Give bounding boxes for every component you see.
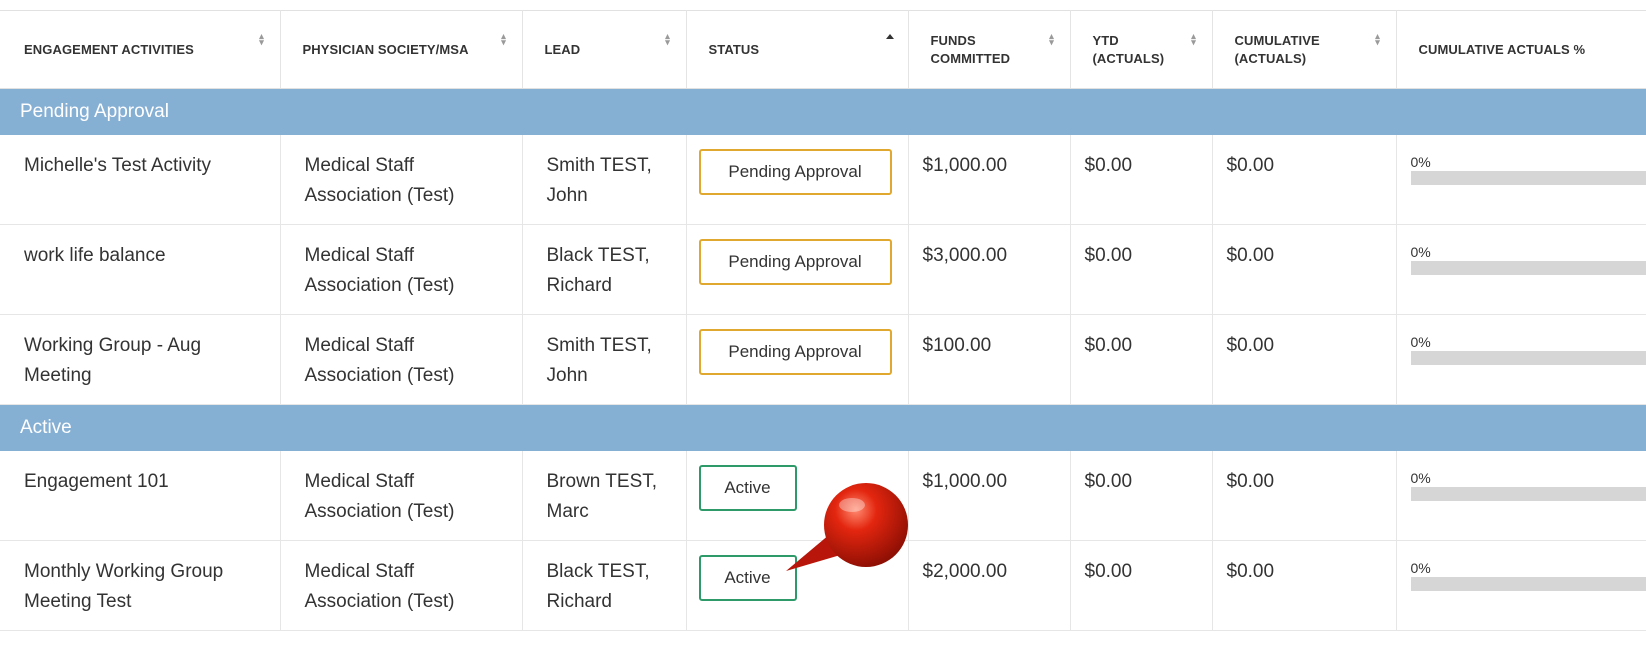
activity-cell[interactable]: work life balance [0, 224, 281, 315]
funds-committed-cell: $1,000.00 [908, 134, 1071, 225]
column-header-society[interactable]: PHYSICIAN SOCIETY/MSA ▴ ▾ [280, 10, 523, 89]
lead-cell: Brown TEST, Marc [522, 450, 687, 541]
table-body: Pending Approval Michelle's Test Activity… [0, 88, 1646, 631]
activity-cell[interactable]: Engagement 101 [0, 450, 281, 541]
status-badge[interactable]: Active [698, 464, 797, 511]
cumulative-pct-cell: 0% [1396, 134, 1646, 225]
society-cell: Medical Staff Association (Test) [280, 134, 523, 225]
society-cell: Medical Staff Association (Test) [280, 314, 523, 405]
column-header-label: YTD (ACTUALS) [1092, 32, 1165, 66]
group-header-row[interactable]: Active [0, 404, 1646, 451]
cumulative-actuals-cell: $0.00 [1212, 540, 1397, 631]
sort-updown-icon[interactable]: ▴ ▾ [258, 32, 266, 47]
progress-bar [1410, 351, 1646, 365]
engagement-activities-view: ENGAGEMENT ACTIVITIES ▴ ▾ PHYSICIAN SOCIE… [0, 0, 1646, 663]
funds-committed-cell: $1,000.00 [908, 450, 1071, 541]
column-header-label: CUMULATIVE ACTUALS % [1418, 41, 1586, 57]
column-header-label: STATUS [708, 41, 760, 57]
sort-updown-icon[interactable]: ▴ ▾ [1048, 32, 1056, 47]
cumulative-pct-label: 0% [1410, 560, 1431, 576]
sort-updown-icon[interactable]: ▴ ▾ [664, 32, 672, 47]
table-row[interactable]: Engagement 101 Medical Staff Association … [0, 450, 1646, 541]
table-header-row: ENGAGEMENT ACTIVITIES ▴ ▾ PHYSICIAN SOCIE… [0, 10, 1646, 89]
sort-asc-icon[interactable] [885, 34, 894, 39]
activity-cell[interactable]: Monthly Working Group Meeting Test [0, 540, 281, 631]
activity-cell[interactable]: Michelle's Test Activity [0, 134, 281, 225]
group-header-label: Pending Approval [0, 88, 1646, 135]
society-cell: Medical Staff Association (Test) [280, 450, 523, 541]
cumulative-pct-label: 0% [1410, 469, 1431, 486]
group-header-label: Active [0, 404, 1646, 451]
progress-bar [1410, 261, 1646, 275]
column-header-label: LEAD [544, 41, 581, 57]
funds-committed-cell: $3,000.00 [908, 224, 1071, 315]
status-cell: Pending Approval [686, 134, 909, 225]
progress-bar [1410, 486, 1646, 501]
status-badge[interactable]: Active [698, 555, 797, 601]
status-badge[interactable]: Pending Approval [698, 239, 892, 285]
status-cell: Active [686, 540, 909, 631]
column-header-label: CUMULATIVE (ACTUALS) [1234, 32, 1320, 66]
cumulative-actuals-cell: $0.00 [1212, 224, 1397, 315]
column-header-label: ENGAGEMENT ACTIVITIES [24, 41, 194, 57]
lead-cell: Black TEST, Richard [522, 224, 687, 315]
cumulative-pct-label: 0% [1410, 244, 1431, 260]
cumulative-pct-cell: 0% [1396, 314, 1646, 405]
column-header-lead[interactable]: LEAD ▴ ▾ [522, 10, 687, 89]
status-cell: Pending Approval [686, 224, 909, 315]
status-badge[interactable]: Pending Approval [698, 329, 892, 375]
cumulative-actuals-cell: $0.00 [1212, 134, 1397, 225]
status-badge[interactable]: Pending Approval [698, 148, 892, 195]
column-header-label: PHYSICIAN SOCIETY/MSA [302, 41, 469, 57]
table-row[interactable]: work life balance Medical Staff Associati… [0, 224, 1646, 315]
cumulative-pct-cell: 0% [1396, 224, 1646, 315]
table-row[interactable]: Working Group - Aug Meeting Medical Staff… [0, 314, 1646, 405]
lead-cell: Smith TEST, John [522, 134, 687, 225]
progress-bar [1410, 170, 1646, 185]
society-cell: Medical Staff Association (Test) [280, 224, 523, 315]
column-header-cumulative-actuals[interactable]: CUMULATIVE (ACTUALS) ▴ ▾ [1212, 10, 1397, 89]
cumulative-pct-label: 0% [1410, 334, 1431, 350]
column-header-funds-committed[interactable]: FUNDS COMMITTED ▴ ▾ [908, 10, 1071, 89]
cumulative-actuals-cell: $0.00 [1212, 450, 1397, 541]
sort-updown-icon[interactable]: ▴ ▾ [500, 32, 508, 47]
funds-committed-cell: $100.00 [908, 314, 1071, 405]
table-row[interactable]: Monthly Working Group Meeting Test Medica… [0, 540, 1646, 631]
progress-bar [1410, 577, 1646, 591]
cumulative-pct-cell: 0% [1396, 450, 1646, 541]
funds-committed-cell: $2,000.00 [908, 540, 1071, 631]
table-row[interactable]: Michelle's Test Activity Medical Staff As… [0, 134, 1646, 225]
cumulative-pct-cell: 0% [1396, 540, 1646, 631]
lead-cell: Smith TEST, John [522, 314, 687, 405]
engagement-activities-table: ENGAGEMENT ACTIVITIES ▴ ▾ PHYSICIAN SOCIE… [0, 10, 1646, 631]
group-header-row[interactable]: Pending Approval [0, 88, 1646, 135]
ytd-actuals-cell: $0.00 [1070, 134, 1213, 225]
column-header-status[interactable]: STATUS [686, 10, 909, 89]
status-cell: Pending Approval [686, 314, 909, 405]
ytd-actuals-cell: $0.00 [1070, 540, 1213, 631]
sort-updown-icon[interactable]: ▴ ▾ [1190, 32, 1198, 47]
column-header-cumulative-actuals-pct[interactable]: CUMULATIVE ACTUALS % ▴▾ [1396, 10, 1646, 89]
column-header-ytd-actuals[interactable]: YTD (ACTUALS) ▴ ▾ [1070, 10, 1213, 89]
sort-updown-icon[interactable]: ▴ ▾ [1374, 32, 1382, 47]
cumulative-pct-label: 0% [1410, 153, 1431, 170]
status-cell: Active [686, 450, 909, 541]
ytd-actuals-cell: $0.00 [1070, 450, 1213, 541]
ytd-actuals-cell: $0.00 [1070, 314, 1213, 405]
column-header-label: FUNDS COMMITTED [930, 32, 1011, 66]
cumulative-actuals-cell: $0.00 [1212, 314, 1397, 405]
lead-cell: Black TEST, Richard [522, 540, 687, 631]
society-cell: Medical Staff Association (Test) [280, 540, 523, 631]
ytd-actuals-cell: $0.00 [1070, 224, 1213, 315]
column-header-activities[interactable]: ENGAGEMENT ACTIVITIES ▴ ▾ [0, 10, 281, 89]
activity-cell[interactable]: Working Group - Aug Meeting [0, 314, 281, 405]
